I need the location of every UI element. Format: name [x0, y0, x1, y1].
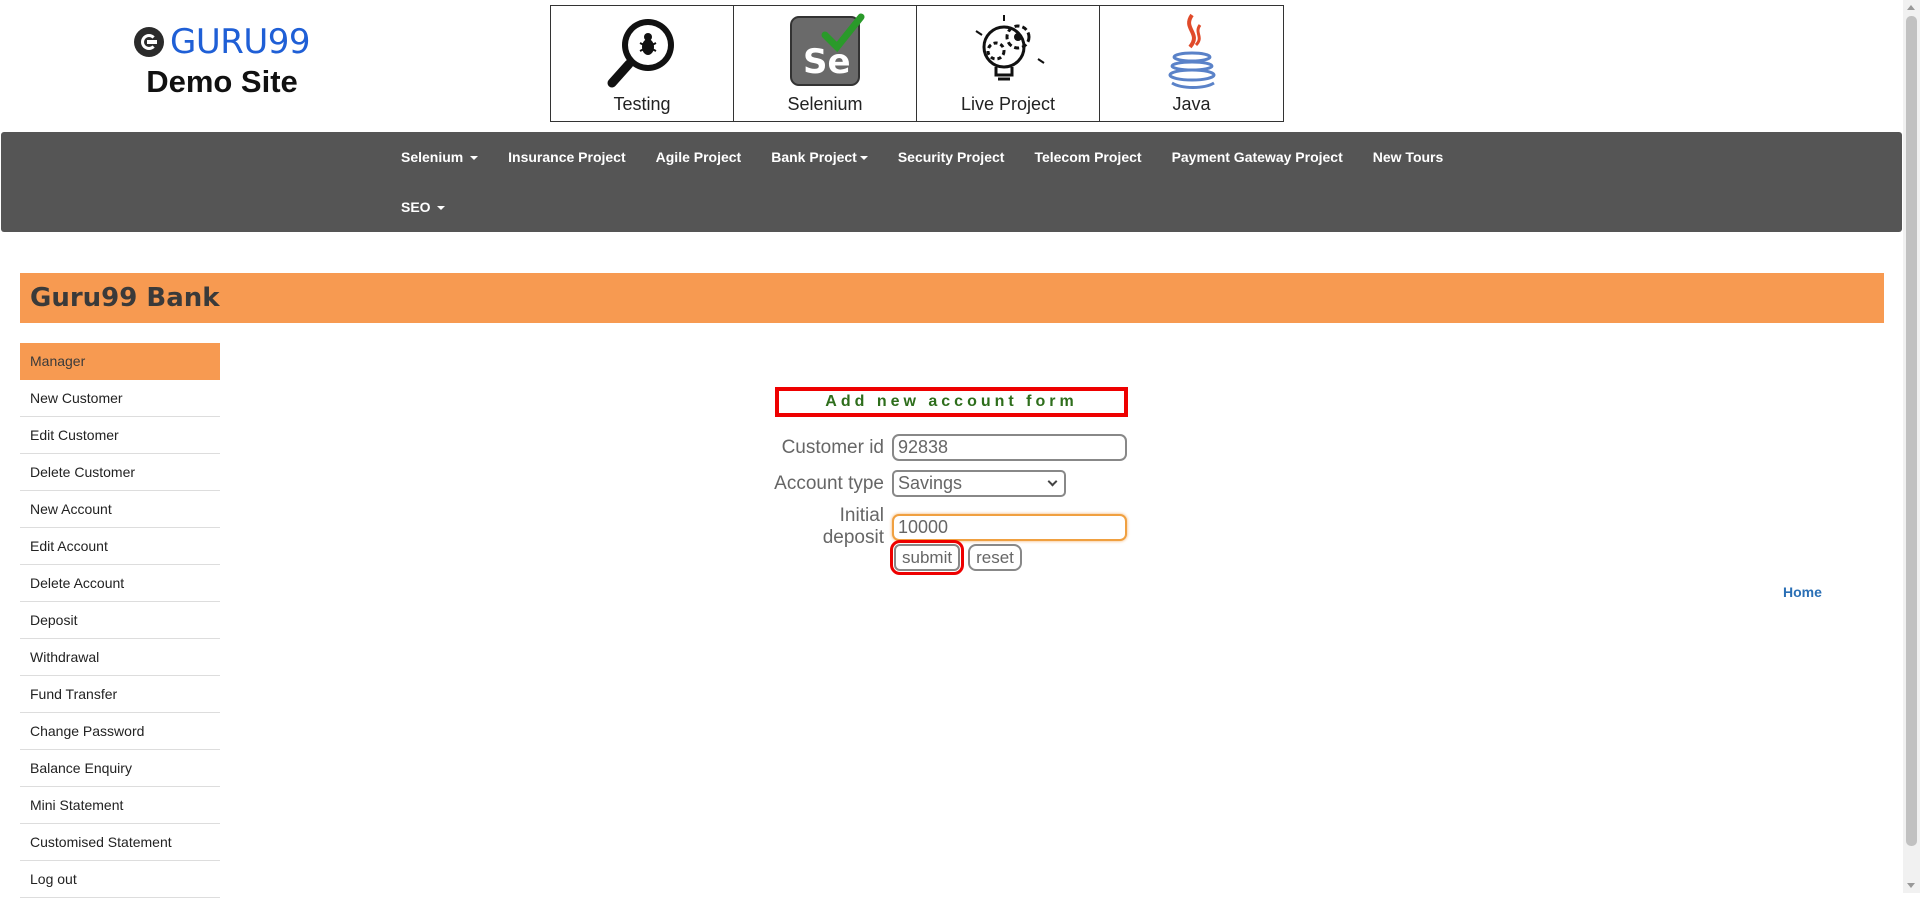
initial-deposit-row: Initial deposit — [774, 505, 1127, 549]
nav-item-insurance-project[interactable]: Insurance Project — [493, 132, 641, 182]
nav-item-telecom-project[interactable]: Telecom Project — [1019, 132, 1156, 182]
logo-brand-text: GURU99 — [169, 22, 311, 62]
bank-header: Guru99 Bank — [20, 273, 1884, 323]
account-type-row: Account type Savings — [774, 470, 1066, 497]
caret-down-icon — [437, 206, 446, 211]
initial-deposit-input[interactable] — [892, 513, 1127, 541]
tile-label: Selenium — [787, 94, 863, 114]
java-icon — [1152, 11, 1232, 91]
svg-text:Se: Se — [803, 42, 851, 82]
sidebar-item-mini-statement[interactable]: Mini Statement — [20, 787, 220, 824]
bank-title: Guru99 Bank — [30, 283, 220, 313]
gear-lightbulb-icon — [968, 11, 1048, 91]
tile-selenium[interactable]: Se Selenium — [734, 6, 917, 121]
nav-item-label: New Tours — [1372, 149, 1444, 165]
nav-item-security-project[interactable]: Security Project — [883, 132, 1020, 182]
nav-item-label: Security Project — [897, 149, 1005, 165]
nav-item-label: Bank Project — [771, 149, 857, 165]
tile-testing[interactable]: Testing — [551, 6, 734, 121]
sidebar-item-delete-account[interactable]: Delete Account — [20, 565, 220, 602]
nav-item-label: Insurance Project — [508, 149, 626, 165]
tile-label: Testing — [613, 94, 671, 114]
nav-item-bank-project[interactable]: Bank Project — [756, 132, 883, 182]
manager-sidebar: Manager New Customer Edit Customer Delet… — [20, 343, 220, 898]
sidebar-item-delete-customer[interactable]: Delete Customer — [20, 454, 220, 491]
account-type-select[interactable]: Savings — [892, 470, 1066, 497]
sidebar-item-edit-customer[interactable]: Edit Customer — [20, 417, 220, 454]
header-tiles: Testing Se Selenium Live Project Java — [550, 5, 1284, 122]
scroll-up-arrow-icon[interactable] — [1907, 5, 1915, 10]
nav-item-label: Selenium — [401, 149, 464, 165]
customer-id-row: Customer id — [774, 434, 1127, 461]
nav-item-label: Agile Project — [655, 149, 742, 165]
scrollbar-thumb[interactable] — [1906, 16, 1917, 846]
site-logo[interactable]: GURU99 Demo Site — [132, 22, 312, 100]
account-type-selected: Savings — [898, 473, 963, 493]
main-navbar: Selenium Insurance Project Agile Project… — [1, 132, 1902, 232]
logo-subtitle: Demo Site — [146, 64, 298, 99]
form-title: Add new account form — [775, 387, 1128, 417]
customer-id-input[interactable] — [892, 434, 1127, 461]
sidebar-item-log-out[interactable]: Log out — [20, 861, 220, 898]
nav-items: Selenium Insurance Project Agile Project… — [386, 132, 1486, 232]
nav-item-agile-project[interactable]: Agile Project — [641, 132, 757, 182]
tile-label: Java — [1172, 94, 1211, 114]
page-scrollbar[interactable] — [1903, 0, 1920, 893]
sidebar-item-edit-account[interactable]: Edit Account — [20, 528, 220, 565]
nav-item-label: SEO — [401, 199, 431, 215]
sidebar-item-new-customer[interactable]: New Customer — [20, 380, 220, 417]
selenium-icon: Se — [785, 11, 865, 91]
chevron-down-icon — [1047, 476, 1058, 487]
form-buttons: submit reset — [889, 540, 1022, 575]
scroll-down-arrow-icon[interactable] — [1907, 883, 1915, 888]
customer-id-label: Customer id — [781, 436, 884, 458]
nav-item-label: Payment Gateway Project — [1171, 149, 1343, 165]
sidebar-item-fund-transfer[interactable]: Fund Transfer — [20, 676, 220, 713]
sidebar-item-customised-statement[interactable]: Customised Statement — [20, 824, 220, 861]
tile-java[interactable]: Java — [1100, 6, 1283, 121]
nav-item-new-tours[interactable]: New Tours — [1358, 132, 1459, 182]
caret-down-icon — [470, 156, 479, 161]
sidebar-item-deposit[interactable]: Deposit — [20, 602, 220, 639]
nav-item-label: Telecom Project — [1034, 149, 1142, 165]
submit-button[interactable]: submit — [889, 540, 965, 575]
tile-live-project[interactable]: Live Project — [917, 6, 1100, 121]
home-link[interactable]: Home — [1783, 584, 1822, 600]
tile-label: Live Project — [960, 94, 1056, 114]
initial-deposit-label: Initial deposit — [822, 505, 884, 548]
sidebar-item-change-password[interactable]: Change Password — [20, 713, 220, 750]
reset-button[interactable]: reset — [968, 544, 1022, 571]
sidebar-item-new-account[interactable]: New Account — [20, 491, 220, 528]
sidebar-item-manager[interactable]: Manager — [20, 343, 220, 380]
logo-brand: GURU99 — [132, 22, 312, 62]
account-type-label: Account type — [774, 472, 884, 494]
guru99-logo-icon — [133, 27, 164, 57]
magnifier-bug-icon — [602, 11, 682, 91]
sidebar-item-balance-enquiry[interactable]: Balance Enquiry — [20, 750, 220, 787]
nav-item-seo[interactable]: SEO — [386, 182, 1486, 232]
sidebar-item-withdrawal[interactable]: Withdrawal — [20, 639, 220, 676]
nav-item-payment-gateway-project[interactable]: Payment Gateway Project — [1157, 132, 1358, 182]
nav-item-selenium[interactable]: Selenium — [386, 132, 493, 182]
caret-down-icon — [859, 156, 868, 161]
